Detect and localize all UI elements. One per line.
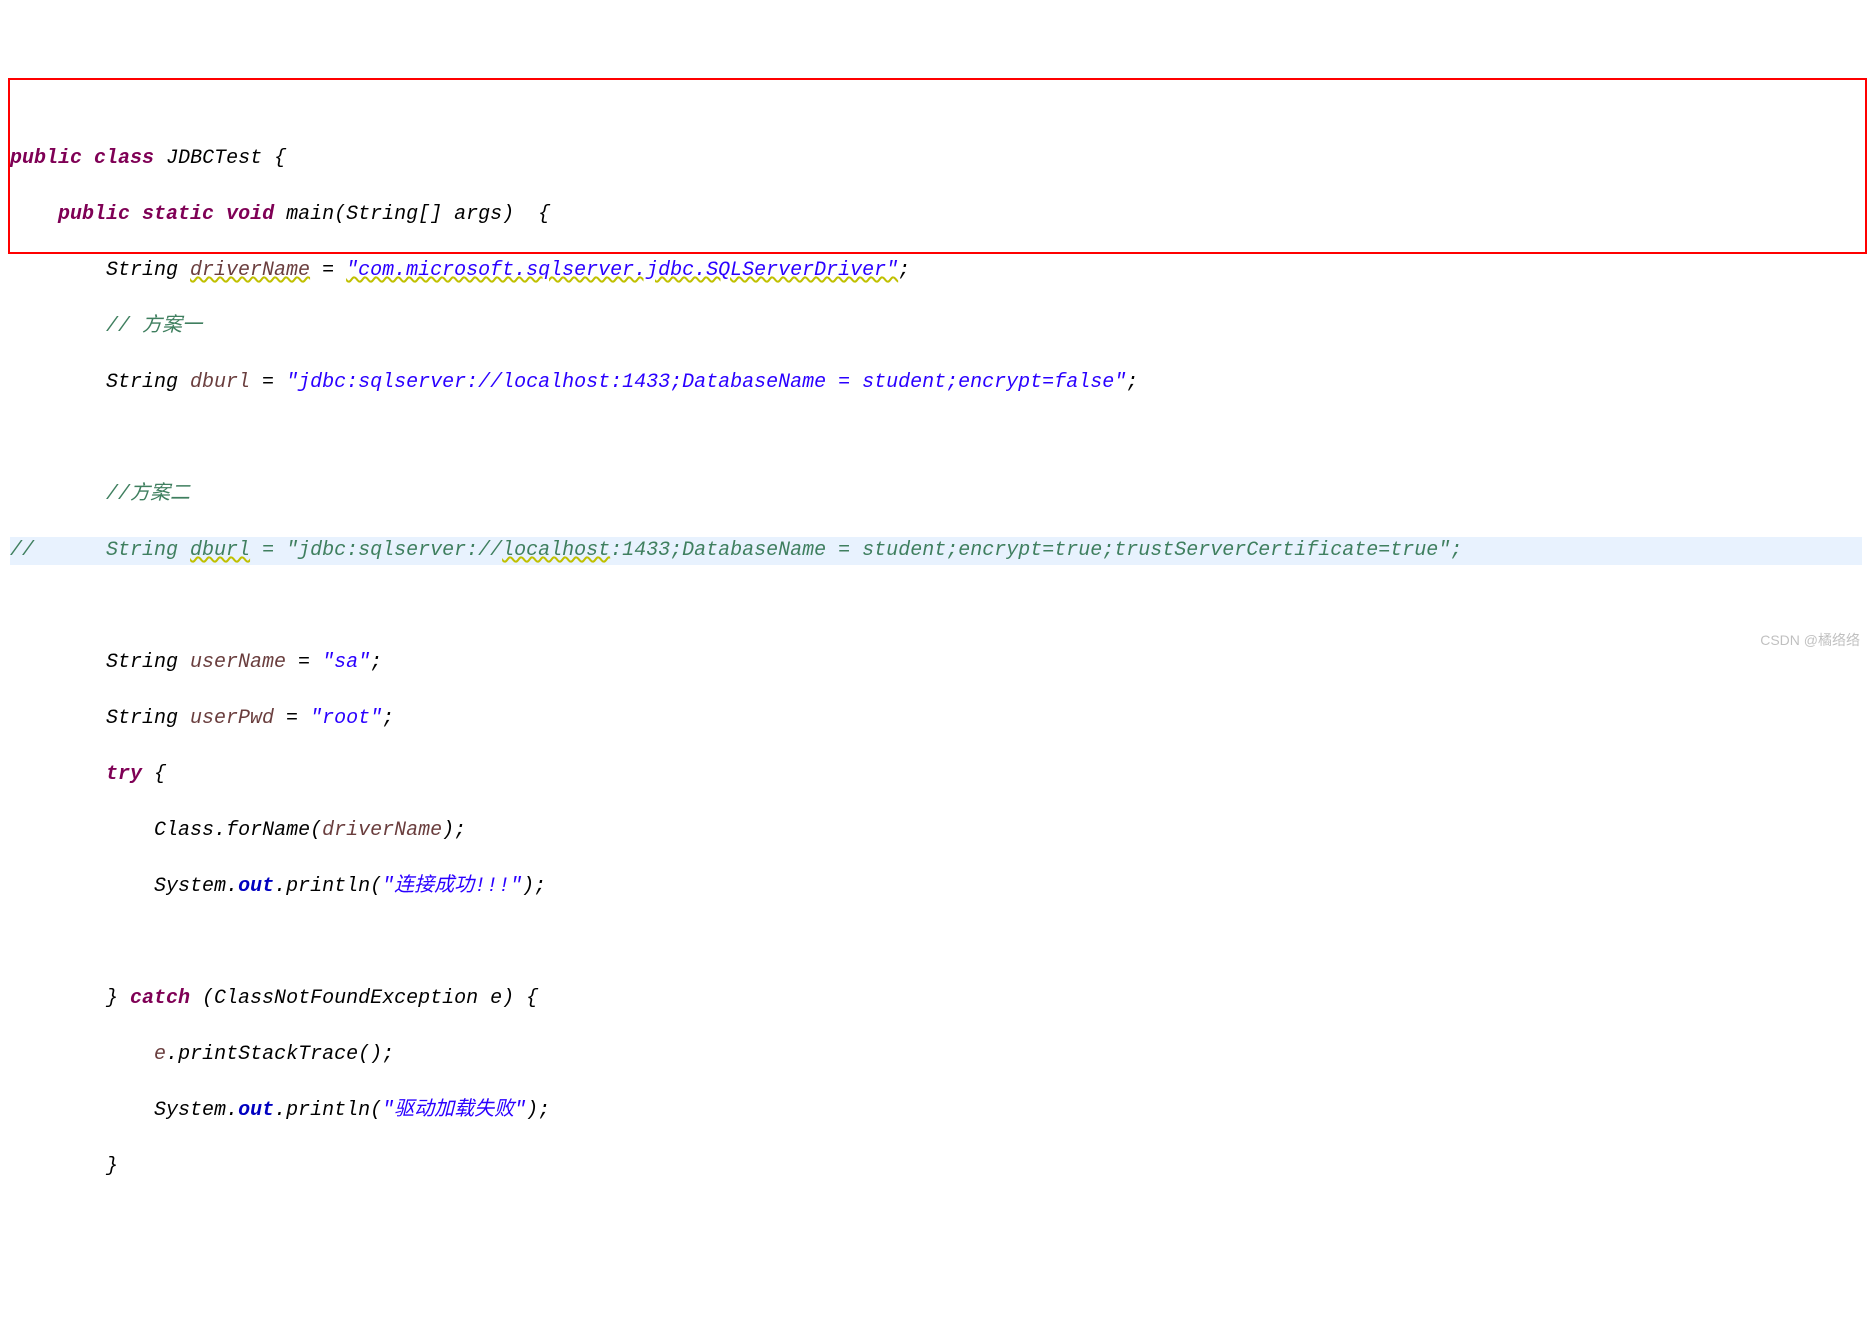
code-line: //方案二 xyxy=(10,481,1862,509)
code-line: // 方案一 xyxy=(10,313,1862,341)
code-line xyxy=(10,593,1862,621)
code-line-highlighted: // String dburl = "jdbc:sqlserver://loca… xyxy=(10,537,1862,565)
code-line: System.out.println("连接成功!!!"); xyxy=(10,873,1862,901)
code-line xyxy=(10,929,1862,957)
watermark-text: CSDN @橘络络 xyxy=(1760,626,1860,654)
code-line: String userName = "sa"; xyxy=(10,649,1862,677)
code-line: try { xyxy=(10,761,1862,789)
code-line: } catch (ClassNotFoundException e) { xyxy=(10,985,1862,1013)
code-line: public static void main(String[] args) { xyxy=(10,201,1862,229)
code-line: Class.forName(driverName); xyxy=(10,817,1862,845)
code-line: String userPwd = "root"; xyxy=(10,705,1862,733)
code-line: public class JDBCTest { xyxy=(10,145,1862,173)
code-line: } xyxy=(10,1153,1862,1181)
code-line: System.out.println("驱动加载失败"); xyxy=(10,1097,1862,1125)
code-line: String driverName = "com.microsoft.sqlse… xyxy=(10,257,1862,285)
code-line: String dburl = "jdbc:sqlserver://localho… xyxy=(10,369,1862,397)
code-line: e.printStackTrace(); xyxy=(10,1041,1862,1069)
code-editor: public class JDBCTest { public static vo… xyxy=(10,117,1862,1209)
code-line xyxy=(10,425,1862,453)
